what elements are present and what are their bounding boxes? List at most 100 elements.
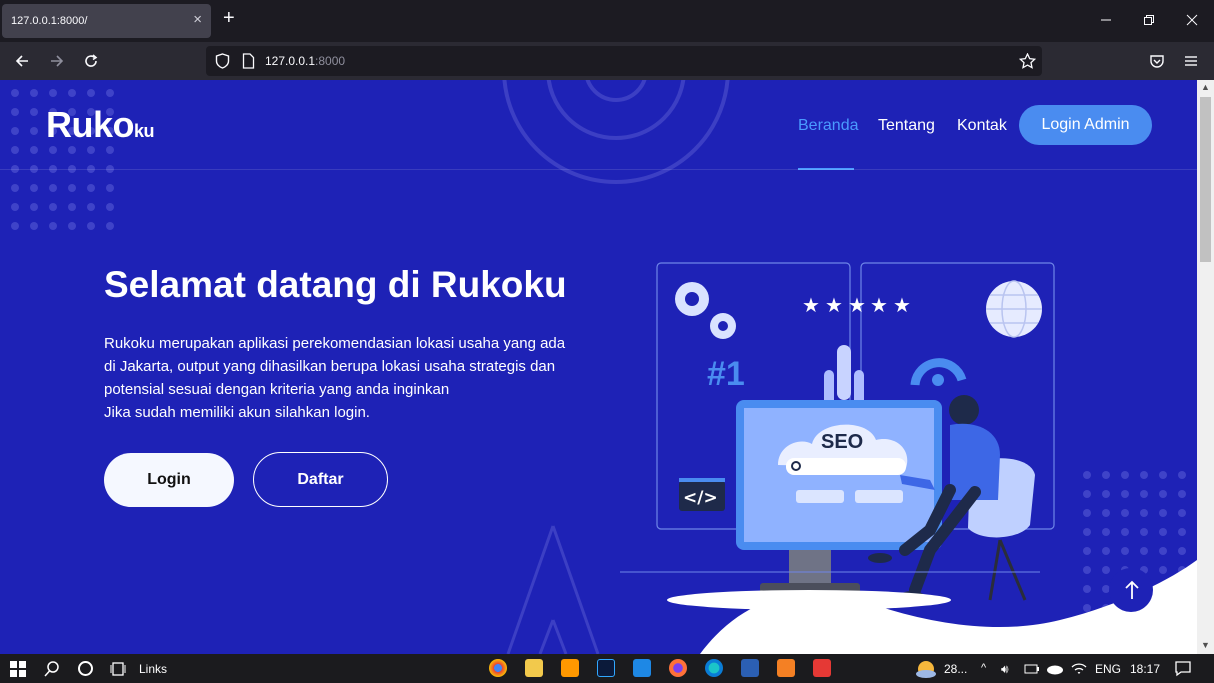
- scrollbar-thumb[interactable]: [1200, 97, 1211, 262]
- decor-dot: [87, 222, 95, 230]
- file-explorer-icon[interactable]: [525, 659, 543, 677]
- url-text[interactable]: 127.0.0.1:8000: [265, 54, 345, 68]
- scroll-down-arrow-icon[interactable]: ▼: [1201, 640, 1210, 650]
- weather-icon[interactable]: [915, 659, 937, 679]
- forward-arrow-icon[interactable]: [49, 53, 65, 69]
- decor-dot: [1159, 509, 1167, 517]
- nav-beranda[interactable]: Beranda: [798, 117, 859, 135]
- decor-dot: [1121, 528, 1129, 536]
- decor-dot: [106, 222, 114, 230]
- decor-dot: [68, 89, 76, 97]
- menu-icon[interactable]: [1184, 55, 1198, 67]
- scroll-to-top-icon[interactable]: [1124, 580, 1140, 600]
- sublime-text-icon[interactable]: [561, 659, 579, 677]
- decor-dot: [11, 222, 19, 230]
- bookmark-star-icon[interactable]: [1019, 53, 1036, 69]
- decor-dot: [1102, 528, 1110, 536]
- tab-title: 127.0.0.1:8000/: [11, 15, 88, 27]
- nav-kontak[interactable]: Kontak: [957, 117, 1007, 135]
- vscode-icon[interactable]: [633, 659, 651, 677]
- decor-dot: [1159, 566, 1167, 574]
- tab-close-icon[interactable]: ×: [193, 11, 202, 28]
- decor-dot: [1083, 471, 1091, 479]
- decor-dot: [1083, 509, 1091, 517]
- photoshop-icon[interactable]: [597, 659, 615, 677]
- decor-dot: [49, 222, 57, 230]
- onedrive-icon[interactable]: [1046, 663, 1064, 683]
- xampp-icon[interactable]: [777, 659, 795, 677]
- volume-icon[interactable]: 🔊︎: [1001, 662, 1009, 677]
- decor-dot: [1178, 547, 1186, 555]
- decor-dot: [1159, 528, 1167, 536]
- nav-tentang[interactable]: Tentang: [878, 117, 935, 135]
- language-indicator[interactable]: ENG: [1095, 662, 1121, 676]
- login-button[interactable]: Login: [104, 453, 234, 507]
- word-icon[interactable]: [741, 659, 759, 677]
- battery-icon[interactable]: [1024, 663, 1040, 683]
- notifications-icon[interactable]: [1175, 661, 1191, 681]
- url-bar[interactable]: 127.0.0.1:8000: [206, 46, 1042, 76]
- links-toolbar[interactable]: Links: [139, 662, 167, 676]
- decor-dot: [106, 184, 114, 192]
- decor-dot: [1102, 547, 1110, 555]
- search-icon[interactable]: [44, 661, 60, 681]
- reload-icon[interactable]: [83, 53, 99, 69]
- scroll-up-arrow-icon[interactable]: ▲: [1201, 82, 1210, 92]
- decor-dot: [11, 108, 19, 116]
- task-view-icon[interactable]: [110, 661, 128, 681]
- decor-dot: [1121, 509, 1129, 517]
- svg-text:★: ★: [825, 293, 843, 317]
- decor-dot: [68, 203, 76, 211]
- back-arrow-icon[interactable]: [14, 53, 30, 69]
- decor-dot: [87, 89, 95, 97]
- firefox-icon[interactable]: [669, 659, 687, 677]
- seo-label: SEO: [821, 431, 863, 453]
- decor-dot: [1140, 471, 1148, 479]
- site-logo[interactable]: Rukoku: [46, 104, 155, 146]
- decor-dot: [1102, 585, 1110, 593]
- close-window-icon[interactable]: [1186, 14, 1198, 26]
- new-tab-button[interactable]: +: [223, 7, 235, 30]
- weather-temp[interactable]: 28...: [944, 662, 967, 676]
- app-red-icon[interactable]: [813, 659, 831, 677]
- decor-dot: [106, 146, 114, 154]
- decor-dot: [1102, 490, 1110, 498]
- decor-dot: [1121, 547, 1129, 555]
- decor-dot: [30, 184, 38, 192]
- header-divider: [0, 169, 1197, 170]
- decor-dot: [68, 184, 76, 192]
- browser-tab[interactable]: 127.0.0.1:8000/ ×: [2, 4, 211, 38]
- decor-dot: [49, 89, 57, 97]
- decor-dot: [1178, 471, 1186, 479]
- decor-dot: [1178, 528, 1186, 536]
- edge-icon[interactable]: [705, 659, 723, 677]
- page-scrollbar[interactable]: ▲ ▼: [1197, 80, 1214, 654]
- decor-dot: [30, 146, 38, 154]
- clock[interactable]: 18:17: [1130, 662, 1160, 676]
- minimize-icon[interactable]: [1100, 14, 1112, 26]
- decor-dot: [11, 184, 19, 192]
- decor-dot: [1102, 566, 1110, 574]
- pocket-icon[interactable]: [1149, 54, 1165, 69]
- decor-dot: [1159, 547, 1167, 555]
- decor-dot: [1140, 490, 1148, 498]
- decor-dot: [30, 127, 38, 135]
- decor-dot: [1083, 566, 1091, 574]
- wifi-icon[interactable]: [1071, 662, 1087, 682]
- daftar-button[interactable]: Daftar: [253, 452, 388, 507]
- decor-dot: [11, 89, 19, 97]
- decor-dot: [11, 203, 19, 211]
- login-admin-button[interactable]: Login Admin: [1019, 105, 1152, 145]
- restore-icon[interactable]: [1143, 14, 1155, 26]
- shield-icon[interactable]: [215, 53, 230, 69]
- cortana-icon[interactable]: [77, 660, 94, 680]
- decor-dot: [1083, 604, 1091, 612]
- chrome-icon[interactable]: [489, 659, 507, 677]
- windows-start-icon[interactable]: [10, 661, 26, 681]
- page-info-icon[interactable]: [242, 53, 255, 69]
- windows-taskbar: Links 28... ^ 🔊︎ ENG 18:17: [0, 654, 1214, 683]
- decor-dot: [1083, 528, 1091, 536]
- decor-dot: [1140, 509, 1148, 517]
- tray-chevron-icon[interactable]: ^: [981, 662, 986, 674]
- decor-dot: [1083, 490, 1091, 498]
